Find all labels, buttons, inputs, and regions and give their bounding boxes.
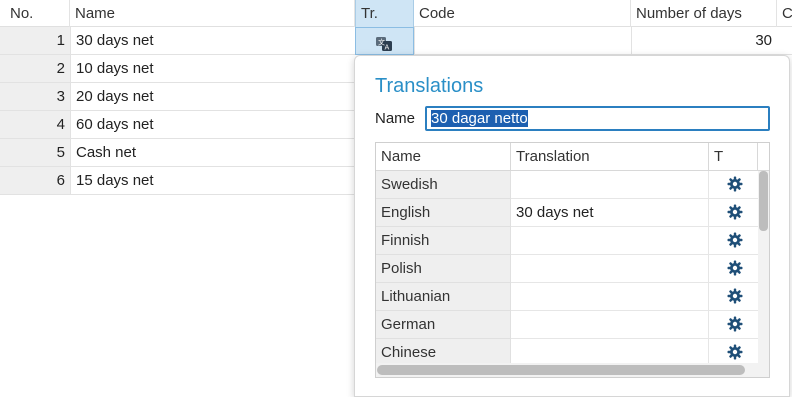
vertical-scrollbar-thumb[interactable] bbox=[759, 171, 768, 231]
translation-row[interactable]: English 30 days net bbox=[376, 199, 758, 227]
translation-row[interactable]: Swedish bbox=[376, 171, 758, 199]
name-input[interactable]: 30 dagar netto bbox=[425, 106, 770, 131]
translation-value[interactable] bbox=[511, 227, 709, 255]
row-name[interactable]: 60 days net bbox=[70, 111, 355, 139]
settings-cell[interactable] bbox=[709, 311, 758, 339]
language-name: Polish bbox=[376, 255, 511, 283]
column-header-t[interactable]: T bbox=[709, 143, 758, 171]
column-header-name[interactable]: Name bbox=[70, 0, 355, 27]
column-header-days-label: Number of days bbox=[636, 5, 742, 22]
language-name: German bbox=[376, 311, 511, 339]
gear-icon[interactable] bbox=[727, 260, 743, 280]
language-name: Lithuanian bbox=[376, 283, 511, 311]
gear-icon[interactable] bbox=[727, 288, 743, 308]
row-code[interactable] bbox=[414, 27, 631, 55]
translations-table: Name Translation T Swedish English 30 da… bbox=[375, 142, 770, 378]
vertical-scrollbar[interactable] bbox=[758, 171, 769, 363]
settings-cell[interactable] bbox=[709, 255, 758, 283]
svg-text:A: A bbox=[385, 44, 390, 52]
gear-icon[interactable] bbox=[727, 204, 743, 224]
name-input-value: 30 dagar netto bbox=[431, 110, 528, 127]
row-name[interactable]: 30 days net bbox=[70, 27, 355, 55]
row-name[interactable]: 20 days net bbox=[70, 83, 355, 111]
language-name: Finnish bbox=[376, 227, 511, 255]
column-header-truncated[interactable]: C bbox=[777, 0, 792, 27]
translate-icon[interactable]: 文 A bbox=[375, 34, 393, 54]
column-header-code-label: Code bbox=[419, 5, 455, 22]
column-header-language[interactable]: Name bbox=[376, 143, 511, 171]
translation-row[interactable]: German bbox=[376, 311, 758, 339]
gear-icon[interactable] bbox=[727, 316, 743, 336]
gear-icon[interactable] bbox=[727, 176, 743, 196]
row-number: 3 bbox=[0, 83, 70, 111]
table-row[interactable]: 1 30 days net 文 A 30 bbox=[0, 27, 792, 55]
translation-row[interactable]: Finnish bbox=[376, 227, 758, 255]
translation-value[interactable] bbox=[511, 311, 709, 339]
column-header-truncated-label: C bbox=[782, 5, 792, 22]
language-name: Swedish bbox=[376, 171, 511, 199]
column-header-translation-text[interactable]: Translation bbox=[511, 143, 709, 171]
row-number: 1 bbox=[0, 27, 70, 55]
horizontal-scrollbar-thumb[interactable] bbox=[377, 365, 745, 375]
settings-cell[interactable] bbox=[709, 227, 758, 255]
translation-cell[interactable]: 文 A bbox=[355, 27, 414, 55]
horizontal-scrollbar[interactable] bbox=[376, 363, 769, 377]
column-header-no[interactable]: No. bbox=[0, 0, 70, 27]
row-number-of-days[interactable]: 30 bbox=[631, 27, 792, 55]
translation-value[interactable] bbox=[511, 283, 709, 311]
row-number: 2 bbox=[0, 55, 70, 83]
settings-cell[interactable] bbox=[709, 199, 758, 227]
translations-table-header: Name Translation T bbox=[376, 143, 769, 171]
column-header-number-of-days[interactable]: Number of days bbox=[631, 0, 777, 27]
name-label: Name bbox=[375, 110, 416, 127]
translations-popup: Translations Name 30 dagar netto Name Tr… bbox=[354, 55, 790, 397]
settings-cell[interactable] bbox=[709, 283, 758, 311]
row-number: 6 bbox=[0, 167, 70, 195]
translation-value[interactable]: 30 days net bbox=[511, 199, 709, 227]
translation-value[interactable] bbox=[511, 171, 709, 199]
grid-header: No. Name Tr. Code Number of days C bbox=[0, 0, 792, 27]
settings-cell[interactable] bbox=[709, 171, 758, 199]
row-number: 4 bbox=[0, 111, 70, 139]
translation-row[interactable]: Lithuanian bbox=[376, 283, 758, 311]
column-header-code[interactable]: Code bbox=[414, 0, 631, 27]
row-name[interactable]: Cash net bbox=[70, 139, 355, 167]
column-header-name-label: Name bbox=[75, 5, 116, 22]
popup-title: Translations bbox=[375, 75, 484, 97]
row-name[interactable]: 10 days net bbox=[70, 55, 355, 83]
column-header-no-label: No. bbox=[10, 5, 34, 22]
row-number: 5 bbox=[0, 139, 70, 167]
column-header-translation-label: Tr. bbox=[361, 5, 378, 22]
gear-icon[interactable] bbox=[727, 232, 743, 252]
translation-value[interactable] bbox=[511, 255, 709, 283]
language-name: English bbox=[376, 199, 511, 227]
row-name[interactable]: 15 days net bbox=[70, 167, 355, 195]
column-header-translation[interactable]: Tr. bbox=[355, 0, 414, 27]
translation-row[interactable]: Polish bbox=[376, 255, 758, 283]
gear-icon[interactable] bbox=[727, 344, 743, 364]
